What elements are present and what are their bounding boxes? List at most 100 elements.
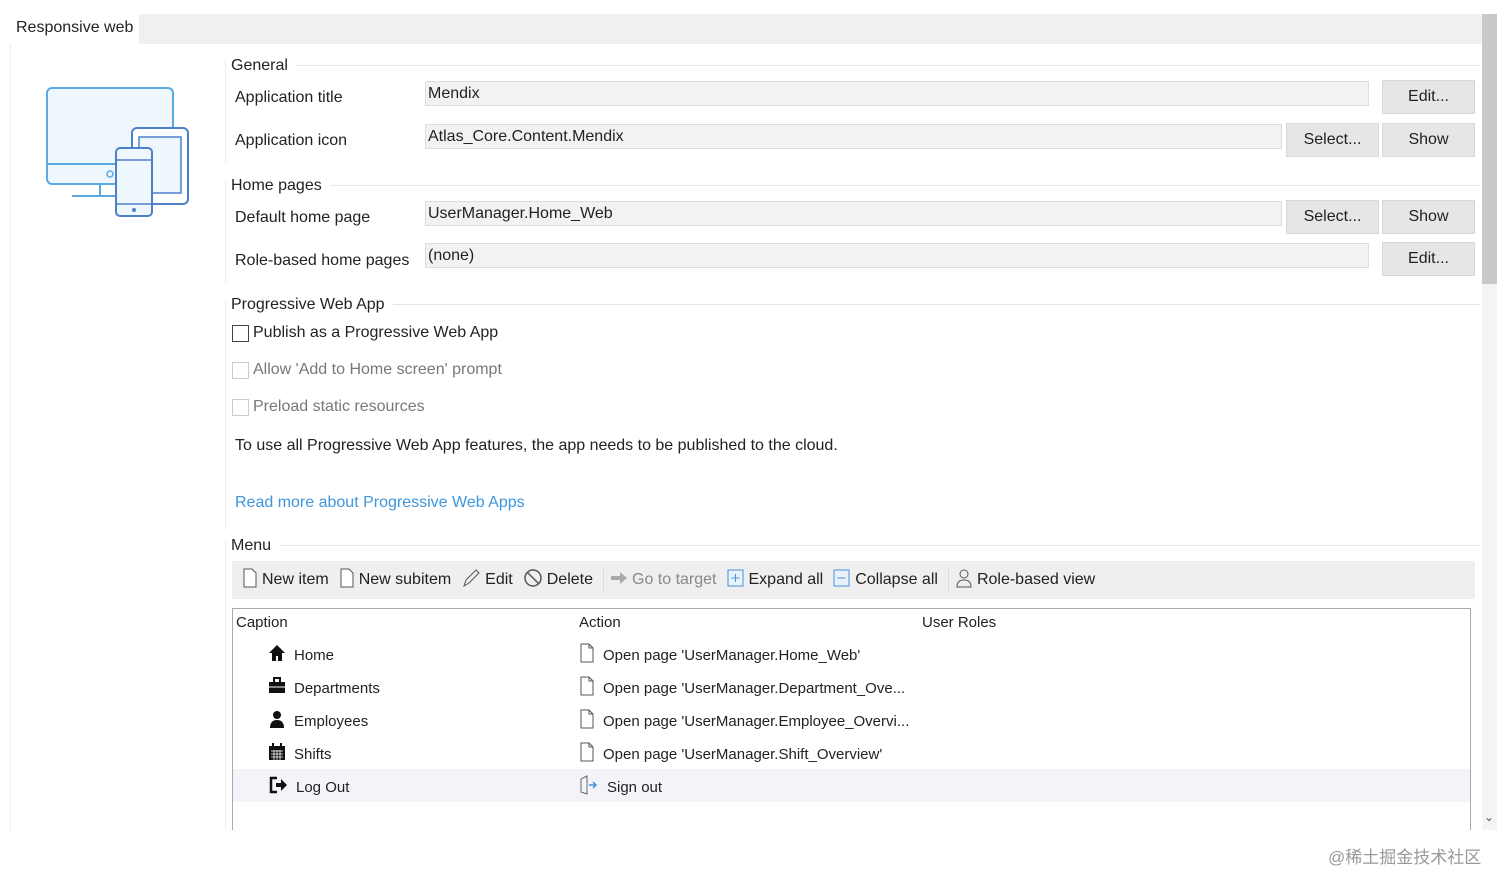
- section-general-title: General: [231, 57, 288, 74]
- expand-all-label: Expand all: [748, 571, 824, 588]
- caption-cell: Employees: [268, 710, 368, 732]
- pwa-read-more-link[interactable]: Read more about Progressive Web Apps: [235, 494, 525, 512]
- arrow-right-icon: [610, 571, 628, 590]
- toolbar-separator: [603, 567, 604, 593]
- table-row[interactable]: Log Out Sign out: [233, 769, 1470, 802]
- page-icon: [579, 643, 595, 667]
- caption-text: Home: [294, 646, 335, 664]
- caption-text: Employees: [294, 712, 369, 730]
- role-based-home-pages-edit-button[interactable]: Edit...: [1382, 242, 1475, 276]
- document-icon: [242, 568, 258, 593]
- tab-responsive-web[interactable]: Responsive web: [10, 14, 139, 44]
- action-text: Sign out: [607, 778, 663, 796]
- caption-text: Log Out: [296, 778, 350, 796]
- application-icon-select-button[interactable]: Select...: [1286, 123, 1379, 157]
- application-title-edit-button[interactable]: Edit...: [1382, 80, 1475, 114]
- scroll-down-arrow-icon[interactable]: ⌄: [1484, 810, 1494, 824]
- role-based-view-button[interactable]: Role-based view: [955, 568, 1095, 593]
- action-cell: Open page 'UserManager.Department_Ove...: [579, 676, 905, 700]
- default-home-page-select-button[interactable]: Select...: [1286, 200, 1379, 234]
- application-icon-label: Application icon: [235, 132, 348, 149]
- column-header-user-roles[interactable]: User Roles: [922, 614, 996, 631]
- go-to-target-label: Go to target: [632, 571, 717, 588]
- section-border: [225, 180, 226, 284]
- new-subitem-label: New subitem: [358, 571, 452, 588]
- application-title-input[interactable]: Mendix: [425, 81, 1369, 106]
- user-icon: [268, 710, 286, 732]
- action-cell: Open page 'UserManager.Shift_Overview': [579, 742, 882, 766]
- role-based-view-label: Role-based view: [976, 571, 1096, 588]
- user-outline-icon: [955, 568, 973, 593]
- collapse-icon: [833, 568, 851, 593]
- action-cell: Open page 'UserManager.Employee_Overvi..…: [579, 709, 909, 733]
- section-pwa-title: Progressive Web App: [231, 296, 385, 313]
- action-text: Open page 'UserManager.Home_Web': [603, 646, 861, 664]
- responsive-devices-icon: [46, 87, 189, 217]
- scrollbar-thumb[interactable]: [1482, 14, 1497, 284]
- page-icon: [579, 742, 595, 766]
- table-row[interactable]: Shifts Open page 'UserManager.Shift_Over…: [233, 736, 1470, 769]
- default-home-page-label: Default home page: [235, 209, 371, 226]
- caption-cell: Home: [268, 644, 334, 666]
- collapse-all-button[interactable]: Collapse all: [833, 568, 938, 593]
- publish-pwa-label[interactable]: Publish as a Progressive Web App: [253, 324, 498, 342]
- home-icon: [268, 644, 286, 666]
- publish-pwa-checkbox[interactable]: [232, 325, 249, 342]
- section-border: [225, 60, 226, 164]
- action-text: Open page 'UserManager.Shift_Overview': [603, 745, 883, 763]
- preload-static-checkbox[interactable]: [232, 399, 249, 416]
- section-divider: [280, 545, 1480, 546]
- add-to-home-prompt-checkbox[interactable]: [232, 362, 249, 379]
- toolbar-separator: [947, 567, 949, 593]
- page-icon: [579, 676, 595, 700]
- caption-cell: Log Out: [268, 776, 349, 798]
- pwa-info-text: To use all Progressive Web App features,…: [235, 437, 838, 454]
- column-header-caption[interactable]: Caption: [236, 614, 288, 631]
- briefcase-icon: [268, 677, 286, 699]
- new-item-button[interactable]: New item: [242, 568, 329, 593]
- role-based-home-pages-label: Role-based home pages: [235, 252, 410, 269]
- caption-text: Shifts: [294, 745, 332, 763]
- section-divider: [295, 65, 1480, 66]
- expand-icon: [727, 568, 745, 593]
- delete-label: Delete: [546, 571, 593, 588]
- section-border: [225, 540, 226, 830]
- column-header-action[interactable]: Action: [579, 614, 621, 631]
- action-text: Open page 'UserManager.Department_Ove...: [603, 679, 906, 697]
- page-icon: [579, 709, 595, 733]
- section-border: [225, 300, 226, 530]
- table-row[interactable]: Home Open page 'UserManager.Home_Web': [233, 637, 1470, 670]
- preload-static-label: Preload static resources: [253, 398, 425, 415]
- action-cell: Sign out: [579, 775, 662, 799]
- section-divider: [330, 185, 1480, 186]
- application-icon-input[interactable]: Atlas_Core.Content.Mendix: [425, 124, 1282, 149]
- tab-strip: [10, 14, 1482, 44]
- edit-label: Edit: [485, 571, 513, 588]
- calendar-icon: [268, 743, 286, 765]
- section-home-pages-title: Home pages: [231, 177, 322, 194]
- table-row[interactable]: Departments Open page 'UserManager.Depar…: [233, 670, 1470, 703]
- section-divider: [393, 304, 1480, 305]
- new-subitem-button[interactable]: New subitem: [339, 568, 451, 593]
- pencil-icon: [461, 568, 481, 593]
- default-home-page-input[interactable]: UserManager.Home_Web: [425, 201, 1282, 226]
- add-to-home-prompt-label: Allow 'Add to Home screen' prompt: [253, 361, 502, 378]
- new-item-label: New item: [262, 571, 329, 588]
- table-row[interactable]: Employees Open page 'UserManager.Employe…: [233, 703, 1470, 736]
- default-home-page-show-button[interactable]: Show: [1382, 200, 1475, 234]
- collapse-all-label: Collapse all: [855, 571, 938, 588]
- document-icon: [339, 568, 355, 593]
- expand-all-button[interactable]: Expand all: [727, 568, 824, 593]
- edit-button[interactable]: Edit: [461, 568, 513, 593]
- application-icon-show-button[interactable]: Show: [1382, 123, 1475, 157]
- action-text: Open page 'UserManager.Employee_Overvi..…: [603, 712, 910, 730]
- section-menu-title: Menu: [231, 537, 272, 554]
- prohibit-icon: [523, 568, 543, 593]
- caption-cell: Shifts: [268, 743, 332, 765]
- sign-out-icon: [579, 775, 599, 799]
- application-title-label: Application title: [235, 89, 343, 106]
- role-based-home-pages-input[interactable]: (none): [425, 243, 1369, 268]
- menu-toolbar: New item New subitem Edit Delete Go to t…: [232, 561, 1475, 599]
- go-to-target-button[interactable]: Go to target: [610, 571, 717, 590]
- delete-button[interactable]: Delete: [523, 568, 593, 593]
